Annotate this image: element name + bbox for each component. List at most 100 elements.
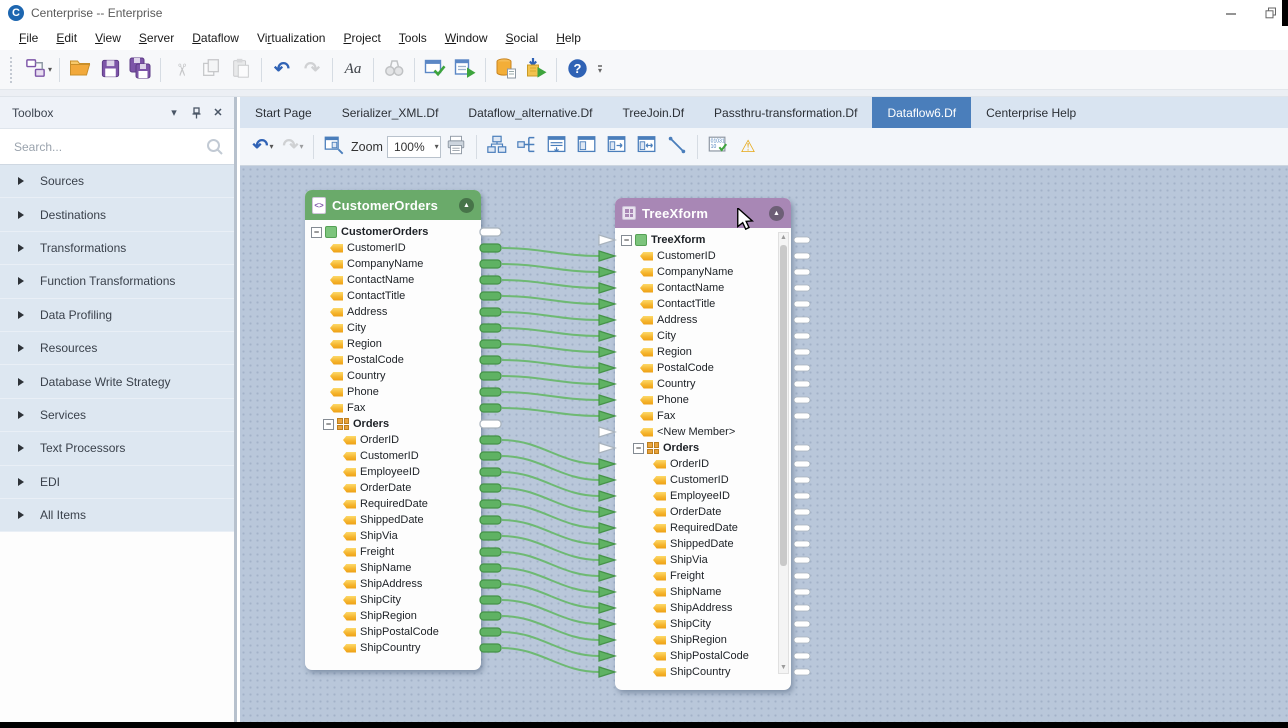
search-input[interactable] [14,140,204,154]
tree-field-shipname[interactable]: ShipName [615,584,791,600]
layout-hierarchy-button[interactable] [482,132,512,162]
tree-field-country[interactable]: Country [305,368,481,384]
menu-help[interactable]: Help [547,28,590,48]
tree-field-phone[interactable]: Phone [615,392,791,408]
undo-button[interactable]: ↶ [267,55,297,85]
tree-field-orderdate[interactable]: OrderDate [305,480,481,496]
tree-field-customerid[interactable]: CustomerID [305,240,481,256]
toolbox-category-data-profiling[interactable]: Data Profiling [0,299,234,332]
tree-field-freight[interactable]: Freight [615,568,791,584]
tree-field-contactname[interactable]: ContactName [305,272,481,288]
tree-field-fax[interactable]: Fax [615,408,791,424]
tree-field-city[interactable]: City [615,328,791,344]
save-all-button[interactable] [125,55,155,85]
tree-collection-orders[interactable]: −Orders [615,440,791,456]
tab-dataflow6-df[interactable]: Dataflow6.Df [872,97,971,128]
tree-field-shipcity[interactable]: ShipCity [615,616,791,632]
collapse-node-button[interactable]: ▲ [459,198,474,213]
tree-field-orderid[interactable]: OrderID [305,432,481,448]
zoom-level-combo[interactable]: 100%▾ [387,136,441,158]
menu-file[interactable]: File [10,28,47,48]
tree-field-shippeddate[interactable]: ShippedDate [615,536,791,552]
tree-field-shipaddress[interactable]: ShipAddress [615,600,791,616]
tree-field-shipname[interactable]: ShipName [305,560,481,576]
tree-field-customerid[interactable]: CustomerID [615,248,791,264]
menu-tools[interactable]: Tools [390,28,436,48]
scroll-thumb[interactable] [780,245,787,566]
tree-field-orderid[interactable]: OrderID [615,456,791,472]
tab-treejoin-df[interactable]: TreeJoin.Df [607,97,699,128]
node-header-treexform[interactable]: TreeXform▲ [615,198,791,228]
layout-tree-button[interactable] [512,132,542,162]
tree-field-shipvia[interactable]: ShipVia [305,528,481,544]
start-dataflow-button[interactable] [450,55,480,85]
collapse-minus-icon[interactable]: − [621,235,632,246]
tree-field-region[interactable]: Region [615,344,791,360]
tree-field-contactname[interactable]: ContactName [615,280,791,296]
tree-field-employeeid[interactable]: EmployeeID [615,488,791,504]
collapse-node-button[interactable]: ▲ [769,206,784,221]
tree-field-requireddate[interactable]: RequiredDate [615,520,791,536]
tree-field-shippeddate[interactable]: ShippedDate [305,512,481,528]
node-scrollbar[interactable]: ▲▼ [778,232,789,674]
pin-icon[interactable] [188,105,204,121]
collapse-minus-icon[interactable]: − [311,227,322,238]
toolbox-category-resources[interactable]: Resources [0,332,234,365]
tree-field-shipaddress[interactable]: ShipAddress [305,576,481,592]
tree-field-shipcity[interactable]: ShipCity [305,592,481,608]
tree-field-companyname[interactable]: CompanyName [305,256,481,272]
new-dataflow-button[interactable]: ▾ [22,55,54,85]
search-icon[interactable] [206,138,224,159]
zoom-fit-button[interactable] [319,132,349,162]
tree-field-region[interactable]: Region [305,336,481,352]
menu-virtualization[interactable]: Virtualization [248,28,335,48]
tree-field-shipregion[interactable]: ShipRegion [615,632,791,648]
tree-field-address[interactable]: Address [615,312,791,328]
toolbar-overflow-button[interactable]: ▾ [598,65,602,74]
save-button[interactable] [95,55,125,85]
tree-field-postalcode[interactable]: PostalCode [305,352,481,368]
dataflow-canvas[interactable]: <>CustomerOrders▲−CustomerOrdersCustomer… [240,166,1288,722]
run-package-button[interactable] [521,55,551,85]
tree-field-freight[interactable]: Freight [305,544,481,560]
tab-start-page[interactable]: Start Page [240,97,327,128]
toolbox-category-function-transformations[interactable]: Function Transformations [0,265,234,298]
toolbox-category-destinations[interactable]: Destinations [0,198,234,231]
chevron-down-icon[interactable]: ▾ [166,105,182,121]
link-line-button[interactable] [662,132,692,162]
expand-both-button[interactable] [632,132,662,162]
menu-dataflow[interactable]: Dataflow [183,28,248,48]
tab-serializer-xml-df[interactable]: Serializer_XML.Df [327,97,454,128]
verify-window-button[interactable] [420,55,450,85]
tree-root-treexform[interactable]: −TreeXform [615,232,791,248]
preview-data-button[interactable]: 0103110 [703,132,733,162]
print-button[interactable] [441,132,471,162]
expand-pane-button[interactable] [572,132,602,162]
tree-field-country[interactable]: Country [615,376,791,392]
close-icon[interactable]: ✕ [210,105,226,121]
undo-button[interactable]: ↶▾ [248,132,278,162]
warning-button[interactable]: ⚠ [733,132,763,162]
tab-passthru-transformation-df[interactable]: Passthru-transformation.Df [699,97,872,128]
tree-field-shipcountry[interactable]: ShipCountry [305,640,481,656]
tree-field-shipvia[interactable]: ShipVia [615,552,791,568]
menu-social[interactable]: Social [497,28,548,48]
tab-dataflow-alternative-df[interactable]: Dataflow_alternative.Df [453,97,607,128]
toolbox-category-text-processors[interactable]: Text Processors [0,432,234,465]
tree-field-companyname[interactable]: CompanyName [615,264,791,280]
tree-field-contacttitle[interactable]: ContactTitle [615,296,791,312]
font-button[interactable]: Aa [338,55,368,85]
tree-field-shipregion[interactable]: ShipRegion [305,608,481,624]
menu-project[interactable]: Project [334,28,389,48]
tree-field-customerid[interactable]: CustomerID [305,448,481,464]
tree-field-employeeid[interactable]: EmployeeID [305,464,481,480]
tree-field-postalcode[interactable]: PostalCode [615,360,791,376]
menu-view[interactable]: View [86,28,130,48]
node-header-customer-orders[interactable]: <>CustomerOrders▲ [305,190,481,220]
tree-field-address[interactable]: Address [305,304,481,320]
tree-field-orderdate[interactable]: OrderDate [615,504,791,520]
tree-field-fax[interactable]: Fax [305,400,481,416]
toolbox-category-sources[interactable]: Sources [0,165,234,198]
tree-field-contacttitle[interactable]: ContactTitle [305,288,481,304]
tree-field-city[interactable]: City [305,320,481,336]
